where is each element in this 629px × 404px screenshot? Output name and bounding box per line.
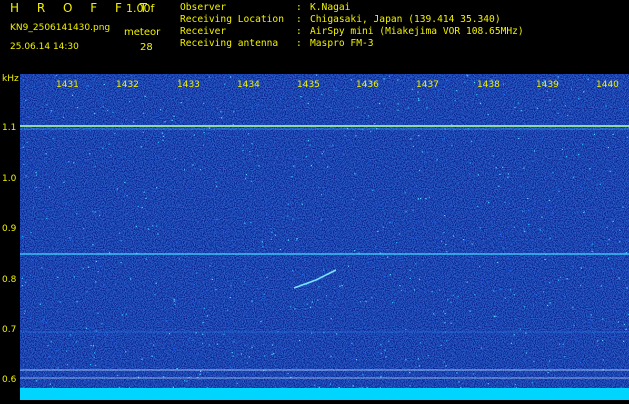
y-tick-label: 1.1: [2, 123, 16, 133]
y-tick-label: 0.9: [2, 224, 16, 234]
header-panel: H R O F F T 1.00f KN9_2506141430.png met…: [0, 0, 629, 74]
info-value: K.Nagai: [310, 2, 350, 13]
info-receiver: Receiver:AirSpy mini (Miakejima VOR 108.…: [180, 26, 524, 37]
meteor-label: meteor: [124, 27, 160, 38]
x-tick-label: 1439: [536, 80, 559, 90]
x-tick-label: 1440: [596, 80, 619, 90]
info-value: Chigasaki, Japan (139.414 35.340): [310, 14, 501, 25]
x-tick-label: 1437: [416, 80, 439, 90]
info-key: Receiver: [180, 26, 296, 37]
x-tick-label: 1432: [116, 80, 139, 90]
x-tick-label: 1438: [477, 80, 500, 90]
info-antenna: Receiving antenna:Maspro FM-3: [180, 38, 374, 49]
info-key: Receiving antenna: [180, 38, 296, 49]
y-axis-unit: kHz: [2, 74, 19, 84]
y-tick-label: 0.6: [2, 375, 16, 385]
y-tick-label: 0.7: [2, 325, 16, 335]
app-version: 1.00f: [126, 2, 154, 15]
y-tick-label: 1.0: [2, 174, 16, 184]
info-key: Observer: [180, 2, 296, 13]
capture-datetime: 25.06.14 14:30: [10, 42, 79, 52]
info-key: Receiving Location: [180, 14, 296, 25]
y-tick-label: 0.8: [2, 275, 16, 285]
info-value: Maspro FM-3: [310, 38, 374, 49]
info-value: AirSpy mini (Miakejima VOR 108.65MHz): [310, 26, 524, 37]
file-name: KN9_2506141430.png: [10, 23, 110, 33]
spectrogram-panel: [20, 74, 629, 400]
x-tick-label: 1431: [56, 80, 79, 90]
x-tick-label: 1436: [356, 80, 379, 90]
x-tick-label: 1435: [297, 80, 320, 90]
x-tick-label: 1433: [177, 80, 200, 90]
x-tick-label: 1434: [237, 80, 260, 90]
info-location: Receiving Location:Chigasaki, Japan (139…: [180, 14, 501, 25]
spectrogram-image: [20, 74, 629, 400]
info-observer: Observer:K.Nagai: [180, 2, 350, 13]
meteor-count: 28: [140, 42, 153, 53]
